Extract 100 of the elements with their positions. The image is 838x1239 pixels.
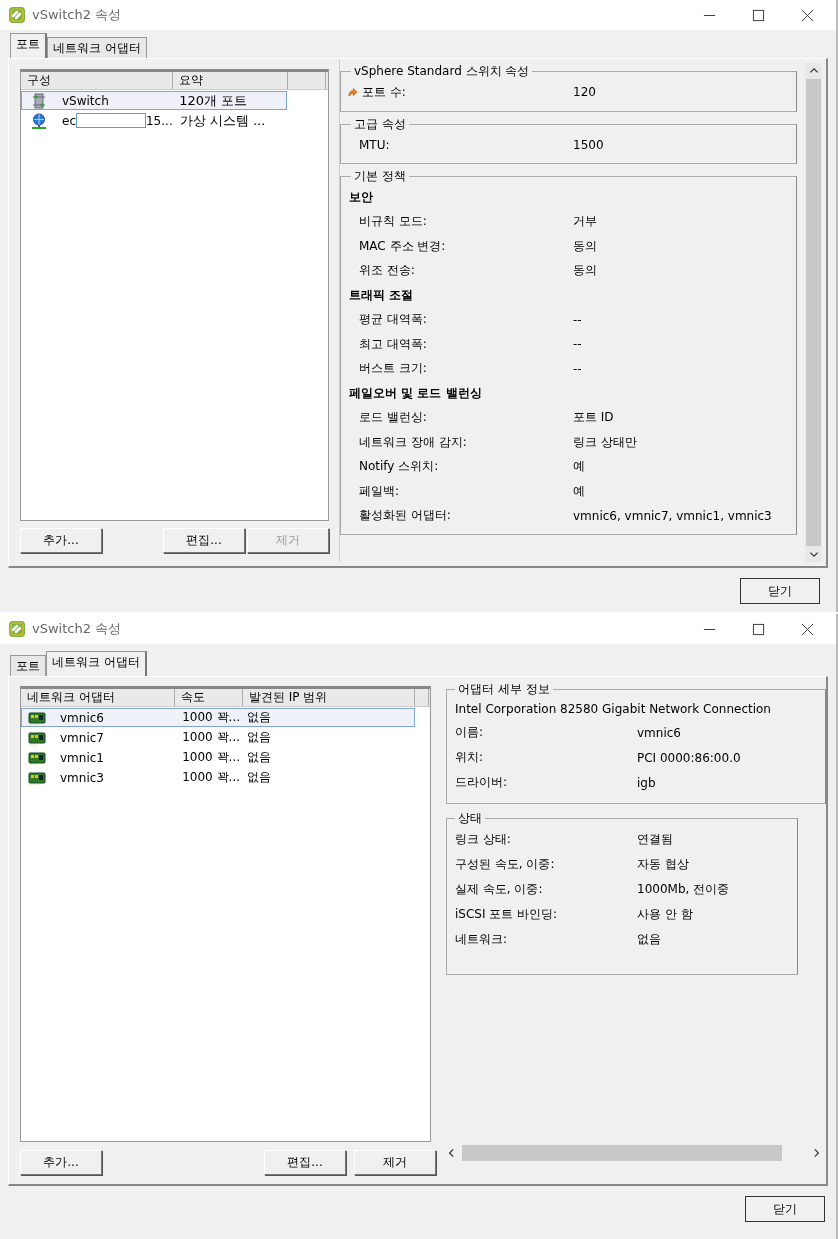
property-label: 구성된 속도, 이중: (455, 856, 556, 873)
list-row[interactable]: ec 15... 가상 시스템 ... (21, 111, 287, 130)
column-header[interactable]: 요약 (173, 72, 288, 89)
property-label: 위치: (455, 749, 485, 766)
group-title: 어댑터 세부 정보 (457, 681, 551, 698)
property-label: iSCSI 포트 바인딩: (455, 906, 559, 923)
group-title: 고급 속성 (353, 115, 407, 133)
property-label: 네트워크 장애 감지: (359, 433, 467, 451)
adapter-speed: 1000 꽉... (182, 769, 240, 786)
adapter-speed: 1000 꽉... (182, 749, 240, 766)
network-card-icon (28, 709, 46, 726)
section-heading: 보안 (349, 189, 374, 206)
close-button[interactable]: 닫기 (745, 1196, 825, 1222)
column-header[interactable]: 발견된 IP 범위 (243, 689, 415, 706)
item-name: 15... (146, 113, 173, 128)
list-row[interactable]: vmnic6 1000 꽉... 없음 (21, 708, 415, 727)
network-card-icon (28, 749, 46, 766)
list-row[interactable]: vmnic7 1000 꽉... 없음 (21, 728, 415, 747)
window-title: vSwitch2 속성 (32, 6, 122, 24)
item-name: ec (62, 113, 76, 128)
adapter-name: vmnic3 (60, 770, 104, 785)
ip-range: 없음 (246, 729, 271, 746)
property-value: 120 (573, 85, 596, 100)
tab[interactable]: 포트 (10, 655, 46, 676)
property-value: 사용 안 함 (637, 906, 693, 923)
property-label: 로드 밸런싱: (359, 409, 427, 427)
globe-icon (30, 112, 48, 129)
group-title: 상태 (457, 810, 483, 827)
close-button[interactable]: 닫기 (740, 578, 820, 604)
property-value: -- (573, 312, 582, 327)
maximize-icon[interactable] (752, 622, 765, 636)
property-value: vmnic6, vmnic7, vmnic1, vmnic3 (573, 508, 772, 523)
adapter-name: vmnic1 (60, 750, 104, 765)
list-row[interactable]: vmnic1 1000 꽉... 없음 (21, 748, 415, 767)
button[interactable]: 편집... (163, 528, 245, 553)
window-title: vSwitch2 속성 (32, 620, 122, 638)
property-label: 평균 대역폭: (359, 311, 427, 329)
ip-range: 없음 (246, 749, 271, 766)
section-heading: 페일오버 및 로드 밸런싱 (349, 385, 483, 402)
property-value: 없음 (637, 931, 661, 948)
group-title: vSphere Standard 스위치 속성 (353, 63, 531, 80)
button[interactable]: 추가... (20, 1150, 102, 1175)
property-value: 링크 상태만 (573, 433, 637, 451)
property-label: 최고 대역폭: (359, 335, 427, 353)
button[interactable]: 제거 (354, 1150, 436, 1175)
close-icon[interactable] (801, 622, 814, 636)
scroll-thumb[interactable] (462, 1145, 782, 1161)
property-label: 위조 전송: (359, 262, 415, 280)
property-value: vmnic6 (637, 725, 681, 740)
network-card-icon (28, 729, 46, 746)
button[interactable]: 추가... (20, 528, 102, 553)
property-value: 포트 ID (573, 409, 614, 427)
property-value: -- (573, 337, 582, 352)
adapter-name: vmnic7 (60, 730, 104, 745)
property-value: 동의 (573, 237, 597, 255)
property-value: 동의 (573, 262, 597, 280)
list-row[interactable]: vSwitch 120개 포트 (21, 91, 287, 110)
property-label: 드라이버: (455, 774, 509, 791)
close-icon[interactable] (801, 8, 814, 22)
property-value: 예 (573, 458, 585, 476)
property-label: 비규칙 모드: (359, 213, 427, 231)
ip-range: 없음 (246, 769, 271, 786)
list-row[interactable]: vmnic3 1000 꽉... 없음 (21, 768, 415, 787)
property-label: MAC 주소 변경: (359, 237, 446, 255)
section-heading: 트래픽 조절 (349, 287, 415, 304)
property-label: 포트 수: (362, 83, 406, 101)
property-value: 자동 협상 (637, 856, 689, 873)
property-value: 예 (573, 482, 585, 500)
vertical-scrollbar[interactable] (805, 63, 822, 562)
property-label: 페일백: (359, 482, 400, 500)
tab[interactable]: 포트 (10, 33, 47, 58)
scroll-thumb[interactable] (806, 79, 821, 546)
property-value: PCI 0000:86:00.0 (637, 750, 741, 765)
property-label: 링크 상태: (455, 831, 512, 848)
item-summary: 가상 시스템 ... (179, 111, 266, 130)
column-header[interactable]: 속도 (175, 689, 243, 706)
property-value: 거부 (573, 213, 597, 231)
tab[interactable]: 네트워크 어댑터 (46, 651, 147, 676)
tab[interactable]: 네트워크 어댑터 (47, 37, 147, 58)
button[interactable]: 편집... (264, 1150, 346, 1175)
property-value: 연결됨 (637, 831, 673, 848)
switch-icon (30, 92, 48, 109)
ip-range: 없음 (246, 709, 271, 726)
property-label: 이름: (455, 724, 485, 741)
arrow-icon (347, 86, 358, 98)
property-value: igb (637, 775, 656, 790)
property-label: MTU: (359, 137, 390, 152)
adapter-speed: 1000 꽉... (182, 729, 240, 746)
column-header[interactable]: 구성 (21, 72, 173, 89)
property-label: 버스트 크기: (359, 360, 427, 378)
property-label: Notify 스위치: (359, 458, 439, 476)
logo-icon (8, 6, 26, 24)
maximize-icon[interactable] (752, 8, 765, 22)
property-value: 1500 (573, 137, 604, 152)
adapter-speed: 1000 꽉... (182, 709, 240, 726)
property-value: 1000Mb, 전이중 (637, 881, 730, 898)
adapter-description: Intel Corporation 82580 Gigabit Network Connection (455, 701, 772, 718)
column-header[interactable]: 네트워크 어댑터 (21, 689, 175, 706)
property-label: 실제 속도, 이중: (455, 881, 544, 898)
adapter-name: vmnic6 (60, 710, 104, 725)
